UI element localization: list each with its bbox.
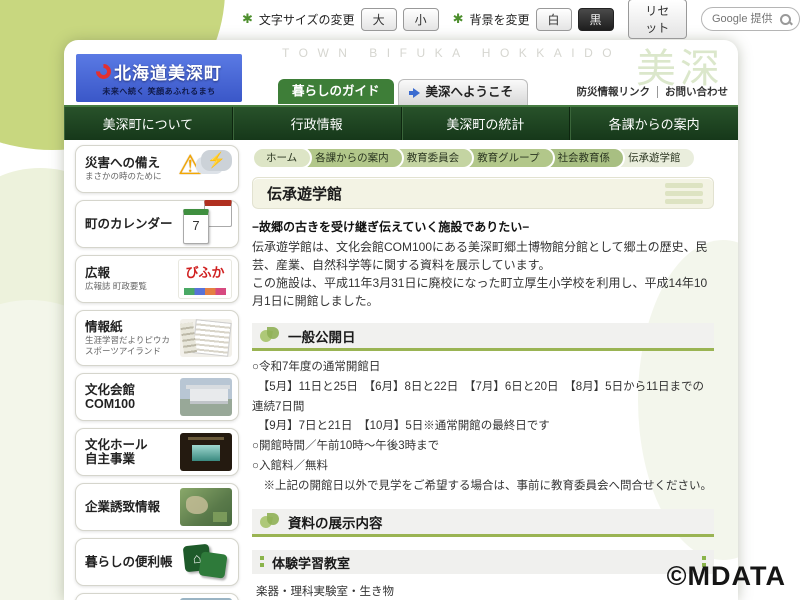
open-days-text: ○令和7年度の通常開館日 【5月】11日と25日 【6月】8日と22日 【7月】… (252, 358, 714, 496)
dots-icon (260, 556, 264, 568)
subsection-title: 体験学習教室 (272, 553, 350, 572)
background-black-button[interactable]: 黒 (578, 8, 614, 31)
leaf-icon (260, 327, 280, 344)
handbook-icon (180, 543, 232, 581)
sidebar-item-title: 企業誘致情報 (85, 500, 160, 514)
sidebar-item[interactable]: 姉妹町 国際友好都市 (75, 593, 239, 600)
section-title: 資料の展示内容 (288, 512, 383, 532)
sidebar-item[interactable]: 災害への備えまさかの時のために (75, 145, 239, 193)
calendar-icon: 7 (180, 205, 232, 243)
open-day-line: ※上記の開館日以外で見学をご希望する場合は、事前に教育委員会へ問合せください。 (252, 477, 714, 497)
magazine-icon: びふか (178, 259, 232, 299)
open-day-line: ○開館時間／午前10時～午後3時まで (252, 437, 714, 457)
global-nav: 美深町について行政情報美深町の統計各課からの案内 (64, 105, 738, 140)
arrow-right-icon (413, 88, 420, 98)
sidebar-item-title: 災害への備え (85, 156, 162, 170)
icon-text: びふか (179, 262, 231, 281)
subsection-classroom: 体験学習教室 (252, 550, 714, 574)
section-open-days: 一般公開日 (252, 323, 714, 351)
link-contact[interactable]: お問い合わせ (665, 84, 728, 99)
flower-icon: ✱ (453, 11, 464, 27)
sidebar-item[interactable]: 暮らしの便利帳 (75, 538, 239, 586)
sidebar-item[interactable]: 文化ホール 自主事業 (75, 428, 239, 476)
site-logo[interactable]: 北海道美深町 未来へ続く 笑顔あふれるまち (76, 54, 242, 102)
page-card: TOWN BIFUKA HOKKAIDO 美深 北海道美深町 未来へ続く 笑顔あ… (64, 40, 738, 600)
sidebar-item[interactable]: 企業誘致情報 (75, 483, 239, 531)
building-icon (180, 378, 232, 416)
town-emblem-icon (93, 61, 114, 82)
newspaper-icon (180, 319, 232, 357)
font-large-button[interactable]: 大 (361, 8, 397, 31)
breadcrumb-item[interactable]: 伝承遊学館 (618, 147, 696, 169)
sidebar-item-title: 文化ホール 自主事業 (85, 438, 148, 467)
sidebar-item[interactable]: 文化会館 COM100 (75, 373, 239, 421)
page-title: 伝承遊学館 (267, 183, 342, 204)
stage-icon (180, 433, 232, 471)
sidebar: 災害への備えまさかの時のために町のカレンダー7広報広報誌 町政要覧びふか情報紙生… (75, 145, 239, 600)
header-links: 防災情報リンク お問い合わせ (577, 84, 729, 99)
sidebar-item-title: 暮らしの便利帳 (85, 555, 173, 569)
watermark: ©MDATA (667, 561, 786, 592)
tab-living-guide[interactable]: 暮らしのガイド (278, 79, 394, 104)
link-disaster-info[interactable]: 防災情報リンク (577, 84, 651, 99)
open-day-line: ○令和7年度の通常開館日 (252, 358, 714, 378)
section-title: 一般公開日 (288, 326, 356, 346)
font-size-label: 文字サイズの変更 (259, 11, 355, 28)
logo-subtitle: 未来へ続く 笑顔あふれるまち (102, 86, 215, 97)
breadcrumb-item[interactable]: 各課からの案内 (305, 147, 404, 169)
sidebar-item-subtitle: 広報誌 町政要覧 (85, 281, 147, 292)
background-white-button[interactable]: 白 (536, 8, 572, 31)
search-input[interactable] (710, 12, 780, 26)
town-english-title: TOWN BIFUKA HOKKAIDO (282, 46, 621, 60)
aerial-icon (180, 488, 232, 526)
breadcrumb-item[interactable]: 教育委員会 (397, 147, 475, 169)
open-day-line: ○入館料／無料 (252, 457, 714, 477)
breadcrumb-item[interactable]: ホーム (252, 147, 312, 169)
sidebar-item[interactable]: 町のカレンダー 7 (75, 200, 239, 248)
icon-text: 7 (183, 218, 209, 233)
header-tabs: 暮らしのガイド 美深へようこそ (278, 79, 528, 105)
leaf-icon (260, 513, 280, 530)
open-day-line: 【5月】11日と25日 【6月】8日と22日 【7月】6日と20日 【8月】5日… (252, 378, 714, 418)
sidebar-item-subtitle: まさかの時のために (85, 171, 162, 182)
font-small-button[interactable]: 小 (403, 8, 439, 31)
intro-paragraph: この施設は、平成11年3月31日に廃校になった町立厚生小学校を利用し、平成14年… (252, 274, 714, 310)
nav-item[interactable]: 美深町の統計 (402, 107, 571, 140)
open-day-line: 【9月】7日と21日 【10月】5日※通常開館の最終日です (252, 417, 714, 437)
flower-icon: ✱ (242, 11, 253, 27)
sidebar-item-title: 広報 (85, 266, 147, 280)
background-label: 背景を変更 (470, 11, 530, 28)
disaster-icon (180, 150, 232, 188)
site-header: TOWN BIFUKA HOKKAIDO 美深 北海道美深町 未来へ続く 笑顔あ… (64, 40, 738, 105)
nav-item[interactable]: 行政情報 (233, 107, 402, 140)
breadcrumb-item[interactable]: 社会教育係 (548, 147, 626, 169)
tab-welcome-label: 美深へようこそ (426, 80, 514, 105)
intro-text: −故郷の古きを受け継ぎ伝えていく施設でありたい− 伝承遊学館は、文化会館COM1… (252, 218, 714, 310)
intro-heading: −故郷の古きを受け継ぎ伝えていく施設でありたい− (252, 218, 714, 236)
sidebar-item-title: 文化会館 COM100 (85, 383, 135, 412)
reset-button[interactable]: リセット (628, 0, 687, 39)
search-icon[interactable] (780, 14, 791, 25)
google-search[interactable] (701, 7, 800, 31)
intro-paragraph: 伝承遊学館は、文化会館COM100にある美深町郷土博物館分館として郷土の歴史、民… (252, 238, 714, 274)
logo-title: 北海道美深町 (114, 59, 222, 84)
page-title-bar: 伝承遊学館 (252, 177, 714, 209)
exhibit-items-text: 楽器・理科実験室・生き物 (252, 583, 714, 599)
sidebar-item-subtitle: 生涯学習だよりピウカ スポーツアイランド (85, 335, 170, 356)
sidebar-item-title: 町のカレンダー (85, 217, 173, 231)
divider (657, 86, 658, 98)
nav-item[interactable]: 各課からの案内 (570, 107, 738, 140)
sidebar-item-title: 情報紙 (85, 320, 170, 334)
decoration-bars-icon (665, 180, 703, 207)
sidebar-item[interactable]: 情報紙生涯学習だよりピウカ スポーツアイランド (75, 310, 239, 366)
sidebar-item[interactable]: 広報広報誌 町政要覧 びふか (75, 255, 239, 303)
accessibility-toolbar: ✱ 文字サイズの変更 大 小 ✱ 背景を変更 白 黒 リセット (242, 7, 800, 31)
tab-welcome[interactable]: 美深へようこそ (398, 79, 529, 105)
main-content: ホーム各課からの案内教育委員会教育グループ社会教育係伝承遊学館 伝承遊学館 −故… (252, 140, 714, 600)
breadcrumb: ホーム各課からの案内教育委員会教育グループ社会教育係伝承遊学館 (252, 147, 714, 169)
section-exhibits: 資料の展示内容 (252, 509, 714, 537)
nav-item[interactable]: 美深町について (64, 107, 233, 140)
content-region: 災害への備えまさかの時のために町のカレンダー7広報広報誌 町政要覧びふか情報紙生… (64, 140, 738, 600)
breadcrumb-item[interactable]: 教育グループ (467, 147, 554, 169)
